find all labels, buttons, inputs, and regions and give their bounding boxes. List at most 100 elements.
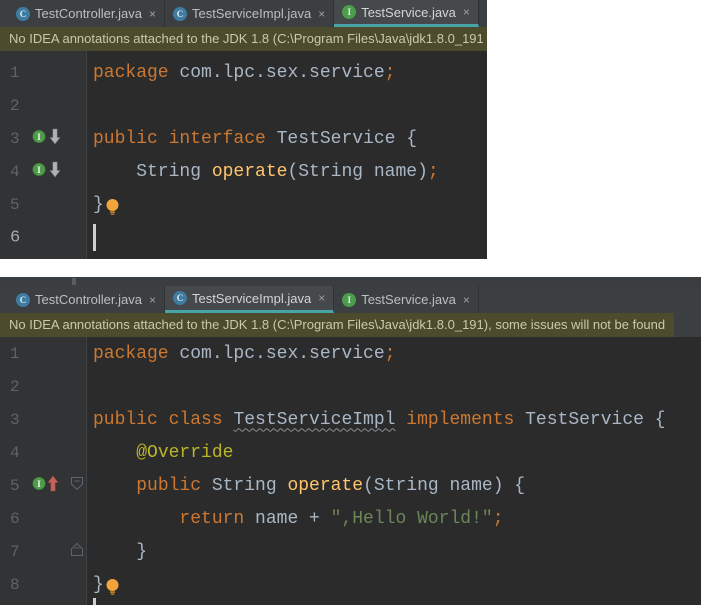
line-number: 3 [10, 410, 20, 429]
gutter-cell: 8 [0, 568, 88, 601]
code-text [88, 224, 96, 251]
class-icon: C [172, 6, 187, 21]
token-plain: name + [244, 508, 331, 529]
gutter-cell: 5I [0, 469, 88, 502]
tab-testserviceimpl-java[interactable]: C TestServiceImpl.java × [164, 0, 335, 27]
code-text: public interface TestService { [88, 129, 417, 149]
token-str: ″,Hello World!″ [330, 508, 493, 529]
token-kw: return [179, 508, 245, 529]
code-line[interactable]: 3 public class TestServiceImpl implements… [0, 403, 701, 436]
code-line[interactable]: 6 [0, 221, 487, 254]
tab-label: TestController.java [35, 292, 142, 307]
implemented-arrow-icon[interactable] [49, 128, 61, 150]
tab-close-icon[interactable]: × [318, 291, 325, 305]
line-number: 6 [10, 509, 20, 528]
code-text: String operate (String name); [88, 162, 439, 182]
token-kw: ; [384, 343, 396, 364]
tab-close-icon[interactable]: × [463, 293, 470, 307]
code-text: public class TestServiceImpl implements … [88, 410, 666, 430]
token-plain: com.lpc.sex.service [168, 62, 385, 83]
line-number: 4 [10, 162, 20, 181]
interface-marker-icon[interactable]: I [32, 476, 46, 495]
code-text: package com.lpc.sex.service; [88, 344, 395, 364]
tab-close-icon[interactable]: × [149, 7, 156, 21]
token-kw: public class [93, 409, 223, 430]
code-line[interactable]: 4 @Override [0, 436, 701, 469]
gutter-cell: 6 [0, 221, 88, 254]
warning-text: No IDEA annotations attached to the JDK … [0, 313, 675, 337]
lightbulb-icon[interactable] [105, 198, 120, 222]
line-number: 2 [10, 96, 20, 115]
token-plain: String [201, 475, 288, 496]
token-kw: public [136, 475, 202, 496]
code-line[interactable]: 4I String operate (String name); [0, 155, 487, 188]
tab-testservice-java[interactable]: I TestService.java × [334, 0, 479, 27]
code-text: package com.lpc.sex.service; [88, 63, 395, 83]
tab-label: TestService.java [361, 292, 456, 307]
line-number: 1 [10, 344, 20, 363]
line-number: 4 [10, 443, 20, 462]
tab-label: TestServiceImpl.java [191, 6, 312, 21]
cropped-strip [0, 277, 701, 286]
code-line[interactable]: 7 } [0, 535, 701, 568]
token-plain: TestService { [514, 409, 666, 430]
code-editor[interactable]: 1 package com.lpc.sex.service; 2 3 Ipublic i… [0, 51, 487, 259]
text-caret [93, 224, 96, 251]
line-number: 8 [10, 575, 20, 594]
fold-end-icon[interactable] [69, 541, 85, 562]
cropped-ui-fragment [72, 278, 76, 285]
token-kw: package [93, 343, 169, 364]
text-caret [93, 598, 96, 605]
code-line[interactable]: 1 package com.lpc.sex.service; [0, 337, 701, 370]
tab-testcontroller-java[interactable]: C TestController.java × [8, 286, 165, 313]
tab-close-icon[interactable]: × [149, 293, 156, 307]
code-line[interactable]: 1 package com.lpc.sex.service; [0, 56, 487, 89]
code-line[interactable]: 3 Ipublic interface TestService { [0, 122, 487, 155]
line-number: 3 [10, 129, 20, 148]
line-number: 5 [10, 195, 20, 214]
gutter-cell: 2 [0, 370, 88, 403]
code-text: } [88, 573, 120, 597]
tab-testservice-java[interactable]: I TestService.java × [334, 286, 479, 313]
fold-start-icon[interactable] [69, 475, 85, 496]
warning-banner: No IDEA annotations attached to the JDK … [0, 27, 487, 51]
tab-testserviceimpl-java[interactable]: C TestServiceImpl.java × [164, 286, 335, 313]
tab-label: TestServiceImpl.java [191, 290, 312, 306]
code-line[interactable]: 2 [0, 89, 487, 122]
tab-close-icon[interactable]: × [463, 5, 470, 19]
code-text: } [88, 542, 147, 562]
tab-close-icon[interactable]: × [318, 7, 325, 21]
token-kw: package [93, 62, 169, 83]
code-line[interactable]: 6 return name + ″,Hello World!″; [0, 502, 701, 535]
gutter-cell: 5 [0, 188, 88, 221]
token-plain: } [93, 574, 104, 595]
token-kw: implements [406, 409, 515, 430]
implemented-arrow-icon[interactable] [49, 161, 61, 183]
code-line[interactable]: 5I public String operate (String name) { [0, 469, 701, 502]
tab-testcontroller-java[interactable]: C TestController.java × [8, 0, 165, 27]
editor-panel-top: C TestController.java × C TestServiceImpl.ja… [0, 0, 487, 259]
code-line[interactable]: 2 [0, 370, 701, 403]
line-number: 7 [10, 542, 20, 561]
svg-text:I: I [37, 479, 41, 489]
code-line[interactable]: 8} [0, 568, 701, 601]
token-plain: com.lpc.sex.service [168, 343, 385, 364]
lightbulb-icon[interactable] [105, 578, 120, 602]
class-icon: C [16, 292, 30, 307]
interface-marker-icon[interactable]: I [32, 129, 46, 148]
interface-marker-icon[interactable]: I [32, 162, 46, 181]
overrides-arrow-icon[interactable] [47, 475, 59, 497]
class-icon: C [172, 291, 187, 305]
warning-text: No IDEA annotations attached to the JDK … [0, 27, 487, 51]
code-line[interactable]: 5} [0, 188, 487, 221]
line-number: 2 [10, 377, 20, 396]
token-kw: ; [427, 161, 439, 182]
svg-text:I: I [37, 132, 41, 142]
code-editor[interactable]: 1 package com.lpc.sex.service; 2 3 public cl… [0, 337, 701, 605]
token-plain: (String name) [287, 161, 428, 182]
line-number: 5 [10, 476, 20, 495]
